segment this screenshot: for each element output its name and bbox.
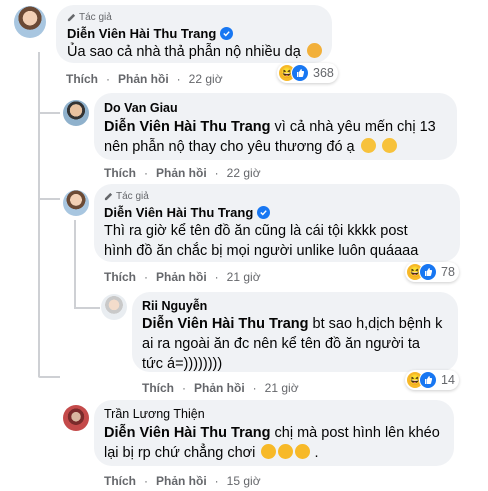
rofl-emoji-icon bbox=[278, 444, 294, 459]
thread-line-sub-branch bbox=[74, 307, 100, 309]
comment-text: ai ra ngoài ăn đc nên kể tên đồ ăn người… bbox=[142, 336, 420, 352]
comment-actions: Thích · Phản hồi · 21 giờ bbox=[142, 381, 299, 395]
comment-text: Ủa sao cả nhà thả phẫn nộ nhiều dạ bbox=[67, 42, 322, 62]
reaction-summary[interactable]: 😆 78 bbox=[405, 262, 459, 282]
reply-button[interactable]: Phản hồi bbox=[194, 381, 245, 395]
rofl-emoji-icon bbox=[295, 444, 311, 459]
comment-actions: Thích · Phản hồi · 15 giờ bbox=[104, 474, 261, 488]
avatar[interactable] bbox=[14, 6, 46, 38]
pencil-icon bbox=[67, 13, 76, 22]
tongue-emoji-icon bbox=[360, 138, 376, 153]
like-button[interactable]: Thích bbox=[142, 381, 174, 395]
avatar[interactable] bbox=[63, 405, 89, 431]
reaction-summary[interactable]: 😆 368 bbox=[277, 63, 338, 83]
comment-timestamp[interactable]: 21 giờ bbox=[227, 270, 261, 284]
author-badge: Tác giả bbox=[104, 191, 149, 202]
comment-timestamp[interactable]: 22 giờ bbox=[189, 72, 223, 86]
comment-timestamp[interactable]: 21 giờ bbox=[265, 381, 299, 395]
avatar[interactable] bbox=[63, 190, 89, 216]
comment-text: tức á=)))))))) bbox=[142, 356, 223, 372]
comment-author-name[interactable]: Diễn Viên Hài Thu Trang bbox=[104, 205, 271, 220]
thread-line bbox=[38, 52, 40, 377]
comment-actions: Thích · Phản hồi · 22 giờ bbox=[66, 72, 223, 86]
reply-button[interactable]: Phản hồi bbox=[156, 166, 207, 180]
thread-line-branch bbox=[38, 112, 60, 114]
mention-link[interactable]: Diễn Viên Hài Thu Trang bbox=[104, 425, 271, 441]
avatar[interactable] bbox=[63, 100, 89, 126]
pencil-icon bbox=[104, 192, 113, 201]
comment-author-name[interactable]: Trần Lương Thiện bbox=[104, 407, 205, 421]
comment-text: lại bị rp chứ chẳng chơi . bbox=[104, 444, 319, 461]
comment-timestamp[interactable]: 22 giờ bbox=[227, 166, 261, 180]
thread-line-branch bbox=[38, 198, 60, 200]
verified-icon bbox=[220, 27, 234, 40]
comment-author-name[interactable]: Do Van Giau bbox=[104, 101, 178, 115]
reply-button[interactable]: Phản hồi bbox=[118, 72, 169, 86]
comment-text: Diễn Viên Hài Thu Trang chị mà post hình… bbox=[104, 425, 440, 441]
comment-text: Diễn Viên Hài Thu Trang vì cả nhà yêu mế… bbox=[104, 119, 436, 135]
verified-icon bbox=[257, 206, 271, 219]
mention-link[interactable]: Diễn Viên Hài Thu Trang bbox=[142, 316, 309, 332]
thread-line-sub bbox=[74, 220, 76, 308]
reply-button[interactable]: Phản hồi bbox=[156, 270, 207, 284]
avatar[interactable] bbox=[101, 294, 127, 320]
reaction-summary[interactable]: 😆 14 bbox=[405, 370, 459, 390]
comment-timestamp[interactable]: 15 giờ bbox=[227, 474, 261, 488]
comment-text: hình đồ ăn chắc bị mọi người unlike luôn… bbox=[104, 243, 419, 259]
comment-actions: Thích · Phản hồi · 22 giờ bbox=[104, 166, 261, 180]
like-button[interactable]: Thích bbox=[66, 72, 98, 86]
frowning-emoji-icon bbox=[306, 43, 322, 58]
like-icon bbox=[291, 64, 309, 82]
like-button[interactable]: Thích bbox=[104, 270, 136, 284]
comment-actions: Thích · Phản hồi · 21 giờ bbox=[104, 270, 261, 284]
mention-link[interactable]: Diễn Viên Hài Thu Trang bbox=[104, 119, 271, 135]
comment-text: Diễn Viên Hài Thu Trang bt sao h,dịch bệ… bbox=[142, 316, 443, 332]
author-badge: Tác giả bbox=[67, 12, 112, 23]
thread-line-branch bbox=[38, 376, 60, 378]
like-icon bbox=[419, 371, 437, 389]
grin-emoji-icon bbox=[381, 138, 397, 153]
comment-text: nên phẫn nộ thay cho yêu thương đó ạ bbox=[104, 137, 397, 157]
like-button[interactable]: Thích bbox=[104, 474, 136, 488]
reply-button[interactable]: Phản hồi bbox=[156, 474, 207, 488]
like-icon bbox=[419, 263, 437, 281]
comment-text: Thì ra giờ kể tên đồ ăn cũng là cái tội … bbox=[104, 223, 408, 239]
rofl-emoji-icon bbox=[261, 444, 277, 459]
comment-author-name[interactable]: Rii Nguyễn bbox=[142, 299, 207, 313]
like-button[interactable]: Thích bbox=[104, 166, 136, 180]
comment-author-name[interactable]: Diễn Viên Hài Thu Trang bbox=[67, 26, 234, 41]
